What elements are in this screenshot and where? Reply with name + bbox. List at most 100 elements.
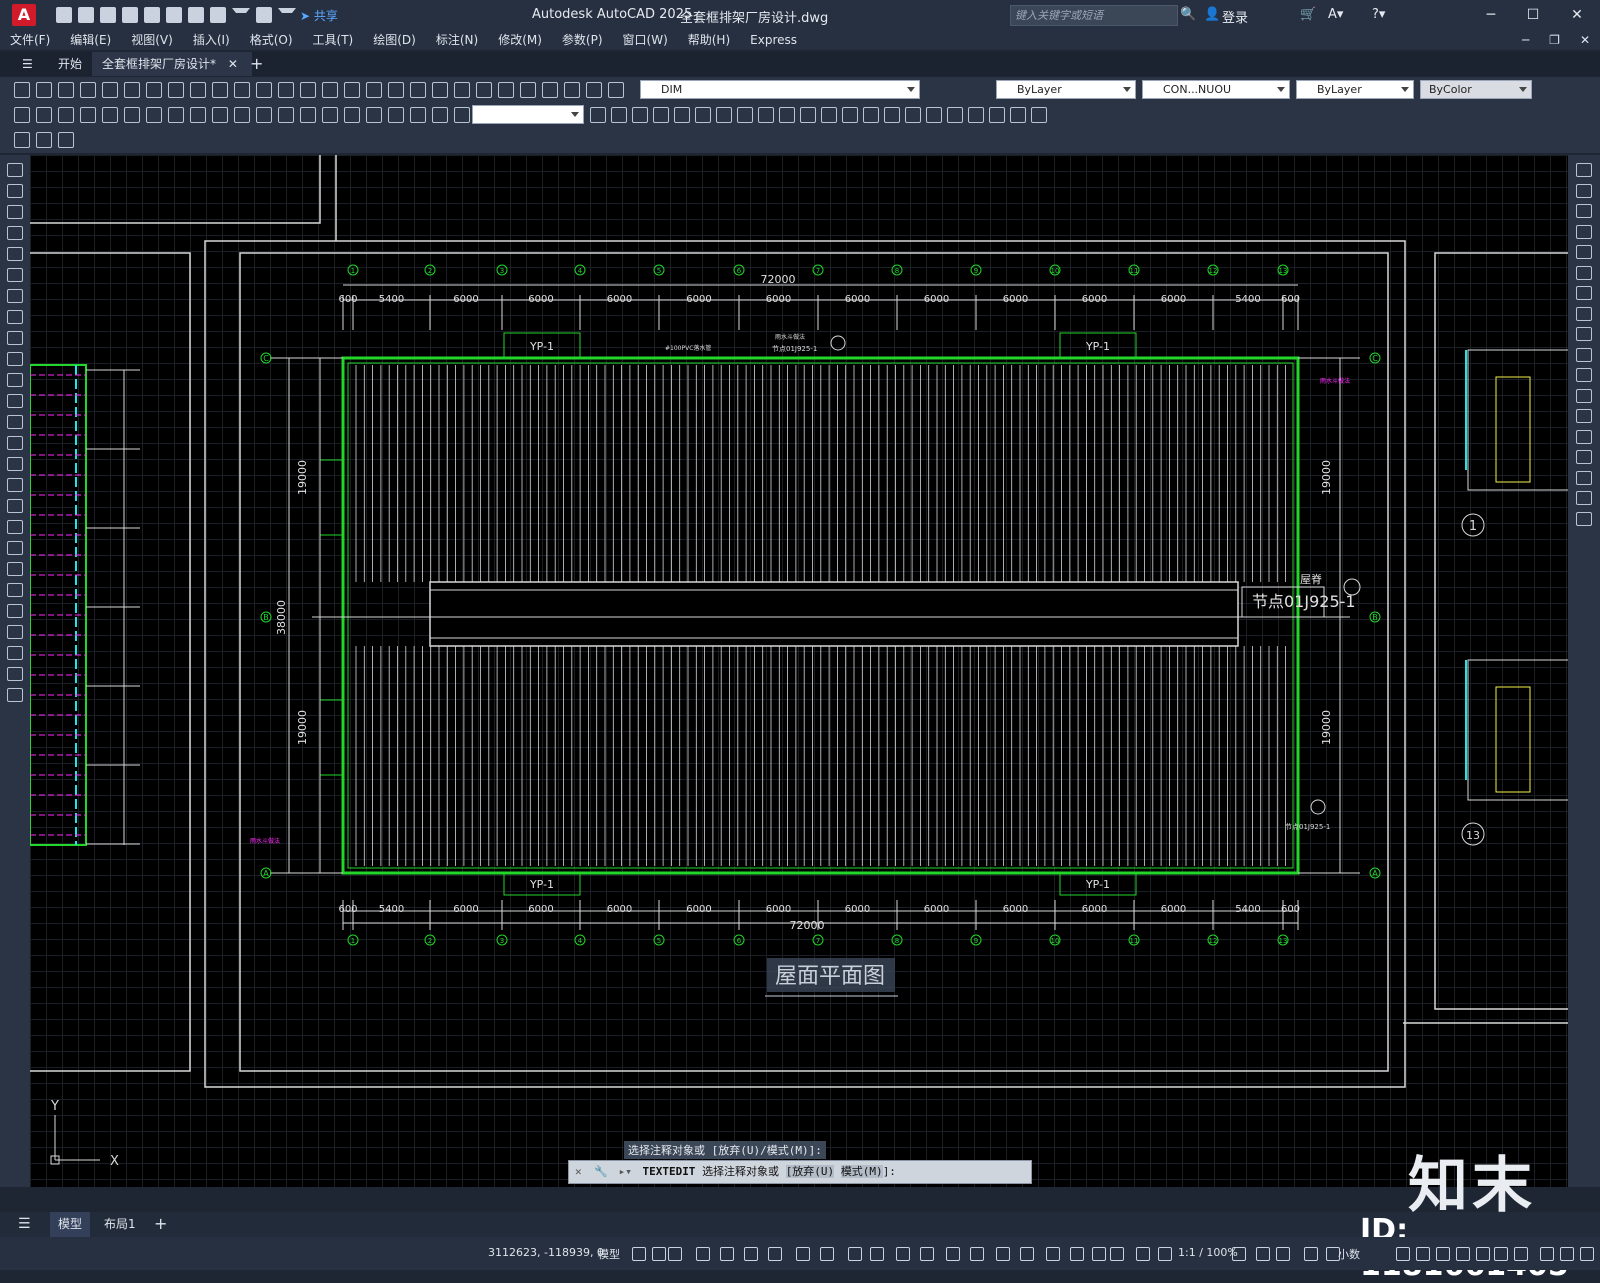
login-button[interactable]: 登录 <box>1222 7 1248 26</box>
toolbar-icon[interactable] <box>758 107 774 123</box>
toolbar-icon[interactable] <box>278 107 294 123</box>
modify-tool-icon[interactable] <box>1576 388 1592 403</box>
draw-tool-icon[interactable] <box>7 604 23 618</box>
tab-start[interactable]: 开始 <box>48 52 92 76</box>
draw-tool-icon[interactable] <box>7 499 23 513</box>
toolbar-icon[interactable] <box>190 82 206 98</box>
toolbar-icon[interactable] <box>388 107 404 123</box>
status-toggle-icon[interactable] <box>1158 1247 1172 1261</box>
status-toggle-icon[interactable] <box>768 1247 782 1261</box>
tab-drawing[interactable]: 全套框排架厂房设计* ✕ <box>92 52 252 76</box>
block-icon[interactable] <box>36 132 52 148</box>
status-toggle-icon[interactable] <box>896 1247 910 1261</box>
doc-close-icon[interactable]: ✕ <box>1570 30 1600 50</box>
modify-tool-icon[interactable] <box>1576 224 1592 239</box>
draw-tool-icon[interactable] <box>7 226 23 240</box>
redo-dropdown-icon[interactable] <box>278 7 296 23</box>
toolbar-icon[interactable] <box>146 82 162 98</box>
status-toggle-icon[interactable] <box>1070 1247 1084 1261</box>
status-toggle-icon[interactable] <box>668 1247 682 1261</box>
status-toggle-icon[interactable] <box>870 1247 884 1261</box>
menu-dimension[interactable]: 标注(N) <box>426 30 488 50</box>
modify-tool-icon[interactable] <box>1576 491 1592 505</box>
lineweight-dropdown[interactable]: ByLayer <box>1296 80 1414 99</box>
toolbar-icon[interactable] <box>58 107 74 123</box>
draw-tool-icon[interactable] <box>7 583 23 597</box>
draw-tool-icon[interactable] <box>7 520 23 534</box>
menu-hamburger-icon[interactable]: ☰ <box>12 52 43 76</box>
toolbar-icon[interactable] <box>695 107 711 123</box>
status-toggle-icon[interactable] <box>820 1247 834 1261</box>
menu-modify[interactable]: 修改(M) <box>488 30 552 50</box>
toolbar-icon[interactable] <box>632 107 648 123</box>
color-dropdown[interactable]: ByLayer <box>996 80 1136 99</box>
draw-tool-icon[interactable] <box>7 352 23 366</box>
toolbar-icon[interactable] <box>278 82 294 98</box>
add-layout-icon[interactable]: + <box>154 1214 167 1233</box>
toolbar-icon[interactable] <box>234 82 250 98</box>
toolbar-icon[interactable] <box>926 107 942 123</box>
toolbar-icon[interactable] <box>168 107 184 123</box>
app-logo[interactable]: A <box>12 4 36 26</box>
doc-restore-icon[interactable]: ❐ <box>1539 30 1570 50</box>
menu-view[interactable]: 视图(V) <box>121 30 183 50</box>
modify-tool-icon[interactable] <box>1576 245 1592 259</box>
command-recent-icon[interactable]: ▸▾ <box>615 1165 636 1178</box>
toolbar-icon[interactable] <box>190 107 206 123</box>
status-toggle-icon[interactable] <box>1256 1247 1270 1261</box>
status-toggle-icon[interactable] <box>1540 1247 1554 1261</box>
toolbar-icon[interactable] <box>168 82 184 98</box>
status-toggle-icon[interactable] <box>1092 1247 1106 1261</box>
toolbar-icon[interactable] <box>779 107 795 123</box>
menu-file[interactable]: 文件(F) <box>0 30 60 50</box>
status-toggle-icon[interactable] <box>1046 1247 1060 1261</box>
redo-icon[interactable] <box>256 7 272 23</box>
status-toggle-icon[interactable] <box>920 1247 934 1261</box>
toolbar-icon[interactable] <box>454 107 470 123</box>
toolbar-icon[interactable] <box>821 107 837 123</box>
status-toggle-icon[interactable] <box>848 1247 862 1261</box>
status-toggle-icon[interactable] <box>1416 1247 1430 1261</box>
status-toggle-icon[interactable] <box>1514 1247 1528 1261</box>
annotation-scale[interactable]: 1:1 / 100% <box>1178 1246 1238 1259</box>
status-toggle-icon[interactable] <box>1580 1247 1594 1261</box>
toolbar-icon[interactable] <box>58 82 74 98</box>
toolbar-icon[interactable] <box>300 107 316 123</box>
help-icon[interactable]: ?▾ <box>1372 7 1385 22</box>
close-icon[interactable]: ✕ <box>1566 5 1588 25</box>
modify-tool-icon[interactable] <box>1576 286 1592 300</box>
toolbar-icon[interactable] <box>520 82 536 98</box>
draw-tool-icon[interactable] <box>7 646 23 660</box>
draw-tool-icon[interactable] <box>7 436 23 450</box>
draw-tool-icon[interactable] <box>7 394 23 408</box>
toolbar-icon[interactable] <box>716 107 732 123</box>
toolbar-icon[interactable] <box>947 107 963 123</box>
draw-tool-icon[interactable] <box>7 289 23 303</box>
layer-dropdown[interactable]: DIM <box>640 80 920 99</box>
drawing-canvas[interactable]: 72000 600 5400 6000 6000 6000 6000 6000 6000 6000… <box>30 155 1568 1187</box>
draw-tool-icon[interactable] <box>7 247 23 261</box>
autodesk-account-icon[interactable]: A▾ <box>1328 7 1343 22</box>
tab-layout1[interactable]: 布局1 <box>96 1212 144 1237</box>
layer-tool-icon[interactable] <box>58 132 74 148</box>
toolbar-icon[interactable] <box>322 107 338 123</box>
close-command-icon[interactable]: ✕ <box>569 1165 588 1178</box>
toolbar-icon[interactable] <box>800 107 816 123</box>
toolbar-icon[interactable] <box>432 82 448 98</box>
toolbar-icon[interactable] <box>102 107 118 123</box>
status-toggle-icon[interactable] <box>1396 1247 1410 1261</box>
toolbar-icon[interactable] <box>1031 107 1047 123</box>
status-toggle-icon[interactable] <box>744 1247 758 1261</box>
toolbar-icon[interactable] <box>674 107 690 123</box>
toolbar-icon[interactable] <box>256 82 272 98</box>
modify-tool-icon[interactable] <box>1576 511 1592 526</box>
modify-tool-icon[interactable] <box>1576 327 1592 341</box>
status-toggle-icon[interactable] <box>1020 1247 1034 1261</box>
status-toggle-icon[interactable] <box>1136 1247 1150 1261</box>
command-option-undo[interactable]: [放弃(U) <box>785 1165 835 1178</box>
status-toggle-icon[interactable] <box>1456 1247 1470 1261</box>
status-toggle-icon[interactable] <box>970 1247 984 1261</box>
modify-tool-icon[interactable] <box>1576 163 1592 177</box>
units-display[interactable]: 小数 <box>1338 1246 1360 1262</box>
command-line-input[interactable]: ✕ 🔧 ▸▾ TEXTEDIT 选择注释对象或 [放弃(U) 模式(M)]: <box>568 1160 1032 1184</box>
